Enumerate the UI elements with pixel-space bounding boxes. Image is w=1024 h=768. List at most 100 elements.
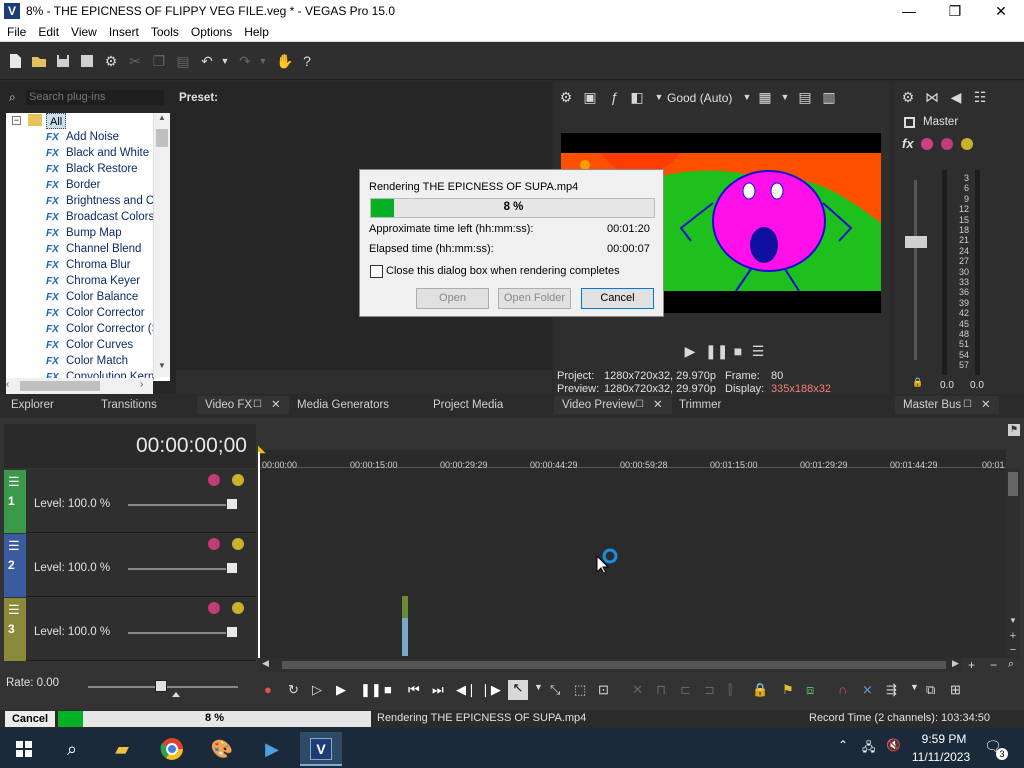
track-mute-icon[interactable] [208, 602, 220, 614]
render-as-icon[interactable] [78, 52, 96, 70]
master-automation-icon[interactable] [921, 138, 933, 150]
track-level-handle[interactable] [226, 562, 238, 574]
plugin-list-item[interactable]: FX Channel Blend [46, 241, 154, 257]
video-preview-close-icon[interactable]: ✕ [653, 396, 663, 414]
selection-tool-icon[interactable]: ⬚ [574, 682, 586, 698]
tray-chevron-icon[interactable]: ⌃ [838, 738, 848, 752]
menu-options[interactable]: Options [184, 23, 237, 39]
plugin-list-item[interactable]: FX Color Balance [46, 289, 154, 305]
master-solo-icon[interactable] [961, 138, 973, 150]
track-mute-icon[interactable] [208, 474, 220, 486]
file-explorer-icon[interactable]: ▰ [104, 732, 140, 766]
rate-slider-handle[interactable] [155, 680, 167, 692]
timeline-scroll-down-icon[interactable]: ▼ [1008, 616, 1018, 628]
trim-end-icon[interactable]: ⊐ [704, 682, 715, 698]
mixer-icon[interactable]: ☷ [971, 88, 989, 106]
scroll-up-arrow-icon[interactable]: ▲ [154, 113, 170, 127]
status-cancel-button[interactable]: Cancel [5, 711, 55, 727]
tab-media-generators[interactable]: Media Generators [297, 396, 389, 414]
master-mute-icon[interactable] [941, 138, 953, 150]
split-icon[interactable]: ⫿ [728, 682, 732, 698]
auto-crossfade-icon[interactable]: ⨯ [862, 682, 873, 698]
open-folder-icon[interactable] [30, 52, 48, 70]
start-windows-icon[interactable] [6, 732, 42, 766]
go-to-start-icon[interactable]: ⏮ [408, 682, 420, 698]
insert-region-icon[interactable]: ⧈ [806, 682, 814, 698]
plugin-list-item[interactable]: FX Add Noise [46, 129, 154, 145]
track-menu-icon[interactable]: ☰ [8, 538, 20, 554]
plugin-list-item[interactable]: FX Border [46, 177, 154, 193]
master-checkbox[interactable] [904, 117, 915, 128]
plugin-list-item[interactable]: FX Color Corrector (S [46, 321, 154, 337]
scroll-left-arrow-icon[interactable]: ‹ [6, 379, 18, 390]
track-zoom-out-icon[interactable]: − [1008, 644, 1018, 656]
plugin-list-item[interactable]: FX Bump Map [46, 225, 154, 241]
timeline-hscrollbar[interactable]: ◀ ▶ [258, 658, 962, 672]
track-header[interactable]: ☰ 3 Level: 100.0 % [4, 598, 256, 661]
plugin-list-item[interactable]: FX Color Curves [46, 337, 154, 353]
pause-icon[interactable]: ❚❚ [360, 682, 382, 698]
plugin-list-item[interactable]: FX Color Corrector [46, 305, 154, 321]
properties-gear-icon[interactable]: ⚙ [102, 52, 120, 70]
track-level-slider[interactable] [128, 504, 238, 506]
plugin-list-item[interactable]: FX Brightness and Co [46, 193, 154, 209]
preview-quality-select[interactable]: Good (Auto) [667, 91, 732, 105]
master-fx-icon[interactable]: fx [902, 136, 914, 151]
master-bus-close-icon[interactable]: ✕ [981, 396, 991, 414]
lock-envelopes-icon[interactable]: ⧉ [926, 682, 935, 698]
close-when-done-checkbox[interactable] [370, 265, 383, 278]
timeline-marker-icon[interactable]: ⚑ [1008, 424, 1020, 436]
network-icon[interactable]: 🖧 [862, 738, 875, 759]
tab-transitions[interactable]: Transitions [101, 396, 157, 414]
zoom-in-icon[interactable]: + [968, 658, 975, 672]
maximize-button[interactable]: ❐ [932, 0, 978, 23]
preview-fx-icon[interactable]: ƒ [605, 88, 623, 106]
insert-marker-icon[interactable]: ⚑ [782, 682, 794, 698]
edit-tool-dropdown-icon[interactable]: ▼ [534, 682, 543, 692]
plugin-search-input[interactable]: Search plug-ins [26, 90, 164, 105]
menu-insert[interactable]: Insert [102, 23, 144, 39]
auto-ripple-dropdown-icon[interactable]: ▼ [910, 682, 919, 692]
record-icon[interactable]: ● [264, 682, 272, 697]
timeline-tracks-area[interactable] [258, 468, 1006, 658]
movie-maker-icon[interactable]: ▶ [254, 732, 290, 766]
zoom-tool-icon[interactable]: ⌕ [1008, 658, 1014, 671]
preview-pause-icon[interactable]: ❚❚ [705, 342, 728, 360]
track-level-slider[interactable] [128, 568, 238, 570]
undo-dropdown-icon[interactable]: ▼ [216, 52, 234, 70]
overlays-grid-icon[interactable]: ▦ [756, 88, 774, 106]
split-screen-icon[interactable]: ◧ [628, 88, 646, 106]
plugin-list-hscroll-thumb[interactable] [20, 381, 100, 391]
preview-stop-icon[interactable]: ■ [729, 342, 747, 360]
auto-ripple-icon[interactable]: ⇶ [886, 682, 897, 698]
preview-menu-icon[interactable]: ☰ [749, 342, 767, 360]
plugin-list-vscrollbar[interactable]: ▲ ▼ [153, 113, 170, 377]
track-solo-icon[interactable] [232, 474, 244, 486]
track-header[interactable]: ☰ 1 Level: 100.0 % [4, 470, 256, 533]
redo-dropdown-icon[interactable]: ▼ [254, 52, 272, 70]
downmix-icon[interactable]: ⋈ [923, 88, 941, 106]
minimize-button[interactable]: — [886, 0, 932, 23]
save-icon[interactable] [54, 52, 72, 70]
track-color-strip[interactable]: ☰ 1 [4, 470, 26, 533]
track-menu-icon[interactable]: ☰ [8, 474, 20, 490]
clock-time[interactable]: 9:59 PM [916, 732, 972, 746]
track-level-handle[interactable] [226, 626, 238, 638]
track-mute-icon[interactable] [208, 538, 220, 550]
preview-device-icon[interactable]: ▣ [581, 88, 599, 106]
play-from-start-icon[interactable]: ▷ [312, 682, 322, 698]
timeline-scroll-right-icon[interactable]: ▶ [952, 658, 959, 669]
preview-play-icon[interactable]: ▶ [681, 342, 699, 360]
menu-file[interactable]: File [0, 23, 31, 39]
timeline-scroll-left-icon[interactable]: ◀ [262, 658, 269, 669]
open-folder-button[interactable]: Open Folder [498, 288, 571, 309]
track-header[interactable]: ☰ 2 Level: 100.0 % [4, 534, 256, 597]
chrome-icon[interactable] [154, 732, 190, 766]
go-to-end-icon[interactable]: ⏭ [432, 682, 444, 698]
copy-snapshot-icon[interactable]: ▤ [796, 88, 814, 106]
redo-icon[interactable]: ↷ [236, 52, 254, 70]
plugin-list-item[interactable]: FX Black and White [46, 145, 154, 161]
scroll-down-arrow-icon[interactable]: ▼ [154, 361, 170, 375]
previous-frame-icon[interactable]: ◀❘ [456, 682, 477, 698]
save-snapshot-icon[interactable]: ▥ [820, 88, 838, 106]
